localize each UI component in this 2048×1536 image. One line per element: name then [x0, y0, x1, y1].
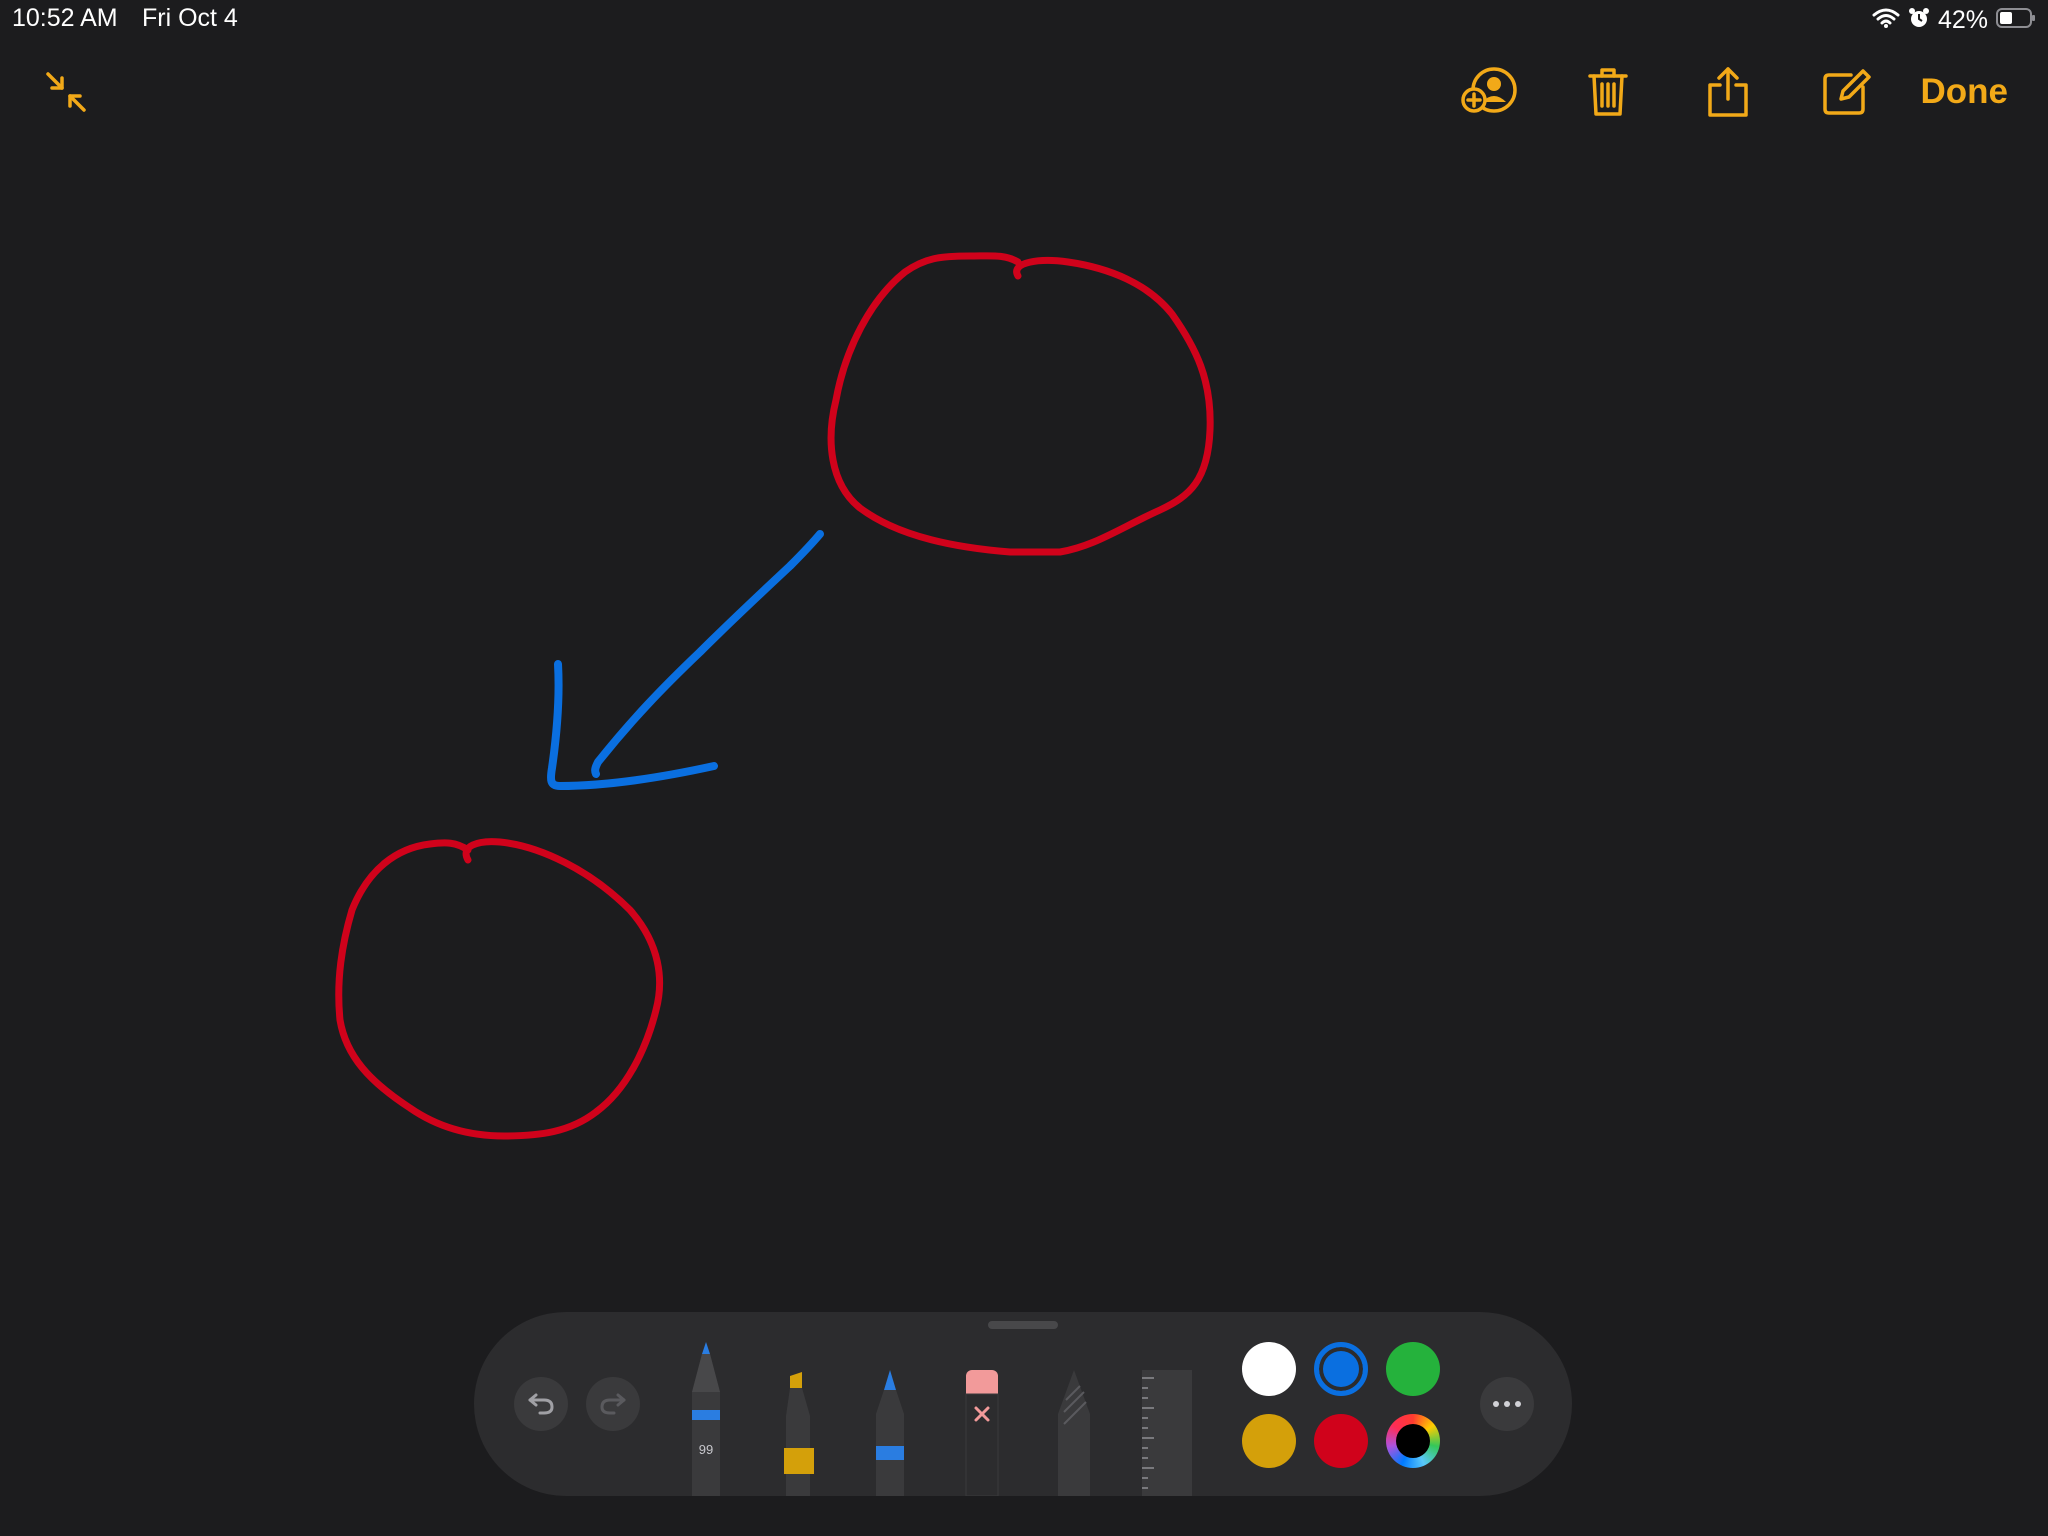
ruler-icon: [1142, 1370, 1192, 1496]
lasso-tool[interactable]: [1056, 1370, 1092, 1496]
color-swatch-blue[interactable]: [1314, 1342, 1368, 1396]
color-swatch-red[interactable]: [1314, 1414, 1368, 1468]
color-swatch-yellow[interactable]: [1242, 1414, 1296, 1468]
collapse-icon: [42, 68, 90, 121]
color-picker-button[interactable]: [1386, 1414, 1440, 1468]
share-icon: [1706, 65, 1750, 124]
status-bar: 10:52 AM Fri Oct 4 42%: [0, 0, 2048, 40]
collapse-button[interactable]: [34, 62, 98, 126]
blue-arrow-shaft-stroke: [591, 530, 824, 778]
lasso-icon: [1058, 1370, 1090, 1496]
pen-width-label: 99: [698, 1442, 714, 1457]
redo-button[interactable]: [586, 1377, 640, 1431]
done-button[interactable]: Done: [1921, 72, 2009, 112]
eraser-tool[interactable]: [964, 1370, 1000, 1497]
compose-icon: [1821, 67, 1871, 122]
red-circle-bottom-stroke: [335, 838, 664, 1140]
trash-button[interactable]: [1576, 62, 1640, 126]
pen-tool[interactable]: 99: [688, 1342, 724, 1496]
eraser-icon: [965, 1370, 999, 1497]
pencil-icon: [876, 1370, 904, 1496]
battery-icon: [1996, 7, 2036, 34]
more-button[interactable]: [1480, 1377, 1534, 1431]
palette-grabber[interactable]: [988, 1321, 1058, 1329]
share-button[interactable]: [1696, 62, 1760, 126]
marker-icon: [784, 1372, 814, 1496]
status-indicators: 42%: [1872, 4, 2036, 36]
pencil-tool[interactable]: [872, 1370, 908, 1496]
ruler-tool[interactable]: [1138, 1370, 1192, 1496]
trash-icon: [1586, 66, 1630, 123]
drawing-canvas[interactable]: [0, 0, 2048, 1536]
color-swatch-green[interactable]: [1386, 1342, 1440, 1396]
alarm-icon: [1908, 7, 1930, 34]
color-picker-inner: [1396, 1424, 1430, 1458]
marker-tool[interactable]: [780, 1372, 816, 1496]
undo-icon: [526, 1387, 556, 1422]
add-person-button[interactable]: [1458, 62, 1522, 126]
add-person-icon: [1460, 66, 1520, 123]
red-circle-top-stroke: [827, 252, 1214, 556]
battery-percent: 42%: [1937, 5, 1988, 34]
color-swatch-white[interactable]: [1242, 1342, 1296, 1396]
redo-icon: [598, 1387, 628, 1422]
pen-icon: [692, 1342, 720, 1496]
status-time: 10:52 AM: [12, 4, 118, 32]
undo-button[interactable]: [514, 1377, 568, 1431]
ellipsis-icon: [1492, 1395, 1522, 1413]
tool-palette: 99: [474, 1312, 1572, 1497]
wifi-icon: [1872, 7, 1900, 34]
compose-button[interactable]: [1814, 62, 1878, 126]
top-toolbar: Done: [0, 54, 2048, 134]
status-date: Fri Oct 4: [142, 4, 238, 32]
